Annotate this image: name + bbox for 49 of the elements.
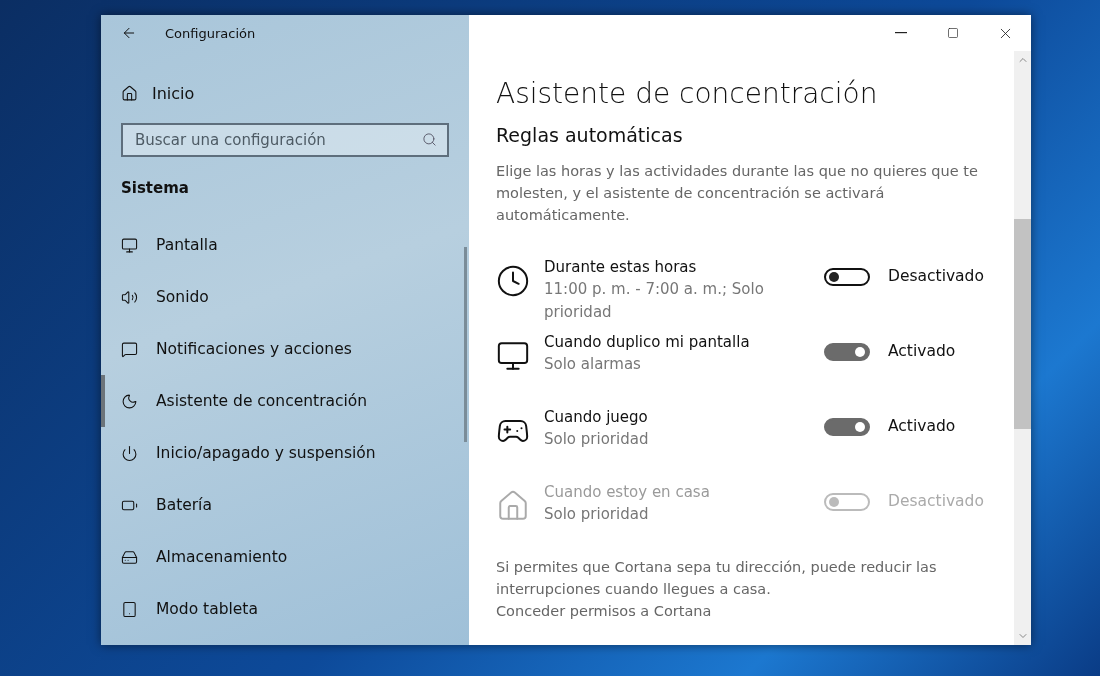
home-icon[interactable] [121, 84, 138, 102]
toggle-switch[interactable] [824, 418, 870, 436]
page-title: Asistente de concentración [496, 77, 879, 110]
scrollbar[interactable] [1014, 51, 1031, 645]
toggle-state-label: Activado [888, 342, 957, 360]
toggle-state-label: Desactivado [888, 267, 985, 285]
rule-title: Cuando duplico mi pantalla [544, 332, 751, 353]
power-icon [121, 444, 138, 462]
section-heading: Sistema [120, 178, 190, 197]
speech-bubble-icon [121, 340, 138, 358]
window-title: Configuración [165, 25, 256, 41]
maximize-icon [947, 27, 959, 39]
rule-subtitle: Solo alarmas [544, 354, 642, 375]
drive-icon [121, 548, 138, 566]
toggle-state-label: Desactivado [888, 492, 985, 510]
home-link[interactable]: Inicio [152, 83, 195, 103]
sidebar-item[interactable]: Almacenamiento [101, 531, 469, 583]
rule-title: Durante estas horas [544, 257, 698, 278]
note-text: Si permites que Cortana sepa tu dirección, puede reducir las interrupciones cuando llegues a casa. [496, 558, 938, 599]
sidebar-item[interactable]: Modo tableta [101, 583, 469, 635]
scrollbar-thumb[interactable] [1014, 219, 1031, 429]
toggle-switch[interactable] [824, 343, 870, 361]
back-icon[interactable] [121, 25, 137, 41]
toggle-switch[interactable] [824, 268, 870, 286]
toggle-state-label: Activado [888, 417, 957, 435]
minimize-icon [895, 32, 907, 34]
rule-title: Cuando juego [544, 407, 649, 428]
tablet-icon [121, 600, 138, 618]
section-heading: Reglas automáticas [496, 124, 684, 146]
rule-subtitle: 11:00 p. m. - 7:00 a. m.; Solo prioridad [544, 279, 765, 323]
sidebar-item[interactable]: Sonido [101, 271, 469, 323]
search-field[interactable]: Buscar una configuración [121, 123, 449, 157]
rule-subtitle: Solo prioridad [544, 504, 650, 525]
monitor-icon [496, 339, 530, 373]
moon-icon [121, 392, 138, 410]
monitor-icon [121, 236, 138, 254]
sidebar-item[interactable]: Batería [101, 479, 469, 531]
permissions-link[interactable]: Conceder permisos a Cortana [496, 600, 712, 622]
clock-icon [496, 264, 530, 298]
search-icon[interactable] [422, 132, 437, 147]
scrollbar-thumb[interactable] [464, 247, 467, 442]
sidebar-item[interactable]: Inicio/apagado y suspensión [101, 427, 469, 479]
rule-title: Cuando estoy en casa [544, 482, 711, 503]
speaker-icon [121, 288, 138, 306]
description-text: Elige las horas y las actividades durante las que no quieres que te molesten, y el asistente de concentración se activará automáticamente. [496, 162, 979, 225]
sidebar-item[interactable]: Pantalla [101, 219, 469, 271]
home-icon [496, 489, 530, 523]
sidebar-item[interactable]: Notificaciones y acciones [101, 323, 469, 375]
rule-subtitle: Solo prioridad [544, 429, 650, 450]
